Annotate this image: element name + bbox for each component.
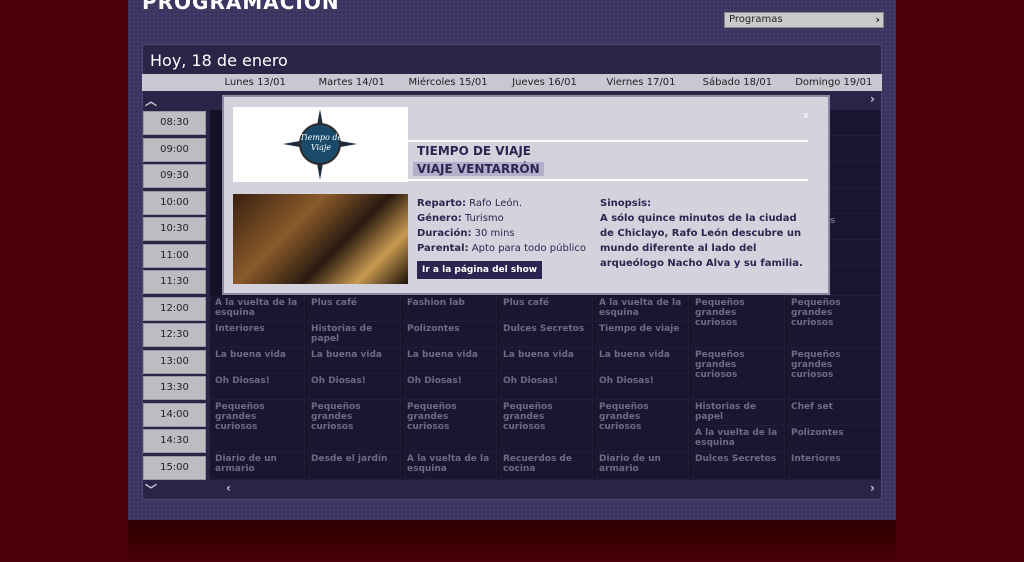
show-title: TIEMPO DE VIAJE bbox=[417, 144, 531, 158]
time-slot: 09:00 bbox=[143, 137, 206, 162]
next-days-icon[interactable]: › bbox=[870, 92, 875, 106]
time-slot: 12:30 bbox=[143, 323, 206, 347]
time-slot: 11:00 bbox=[143, 243, 206, 268]
program-cell[interactable]: La buena vida bbox=[210, 348, 305, 374]
parental-value: Apto para todo público bbox=[471, 243, 586, 254]
time-column: 08:30 09:00 09:30 10:00 10:30 11:00 11:3… bbox=[143, 111, 206, 482]
scroll-right-icon[interactable]: › bbox=[870, 481, 875, 495]
time-slot: 15:00 bbox=[143, 455, 206, 480]
time-slot: 10:00 bbox=[143, 190, 206, 215]
program-cell[interactable]: Oh Diosas! bbox=[306, 374, 401, 400]
day-tab[interactable]: Lunes 13/01 bbox=[207, 74, 303, 91]
programs-select[interactable]: Programas › bbox=[724, 12, 884, 28]
program-cell[interactable]: Diario de un armario bbox=[594, 452, 689, 480]
program-cell[interactable]: Historias de papel bbox=[690, 400, 785, 426]
date-title: Hoy, 18 de enero bbox=[150, 51, 288, 70]
program-cell[interactable]: A la vuelta de la esquina bbox=[690, 426, 785, 452]
reparto-label: Reparto: bbox=[417, 198, 466, 209]
show-logo: Tiempo de Viaje bbox=[233, 107, 408, 182]
program-cell[interactable]: Oh Diosas! bbox=[498, 374, 593, 400]
program-cell[interactable]: A la vuelta de la esquina bbox=[210, 296, 305, 322]
program-cell[interactable]: Oh Diosas! bbox=[594, 374, 689, 400]
divider bbox=[408, 140, 808, 142]
time-slot: 09:30 bbox=[143, 164, 206, 188]
duracion-label: Duración: bbox=[417, 228, 472, 239]
program-cell[interactable]: Dulces Secretos bbox=[690, 452, 785, 480]
program-cell[interactable]: Pequeños grandes curiosos bbox=[690, 348, 785, 400]
scroll-down-icon[interactable]: ﹀ bbox=[145, 481, 157, 498]
sinopsis-text: A sólo quince minutos de la ciudad de Ch… bbox=[600, 213, 803, 269]
program-cell[interactable]: Polizontes bbox=[402, 322, 497, 348]
program-cell[interactable]: Desde el jardín bbox=[306, 452, 401, 480]
show-page-button[interactable]: Ir a la página del show bbox=[417, 261, 543, 279]
program-cell[interactable]: Historias de papel bbox=[306, 322, 401, 348]
episode-title: VIAJE VENTARRÓN bbox=[413, 162, 544, 176]
close-icon[interactable]: x bbox=[800, 110, 812, 122]
program-cell[interactable]: Pequeños grandes curiosos bbox=[210, 400, 305, 452]
synopsis: Sinopsis: A sólo quince minutos de la ci… bbox=[600, 196, 810, 271]
episode-photo bbox=[233, 194, 408, 284]
program-cell[interactable]: La buena vida bbox=[498, 348, 593, 374]
bottom-shadow bbox=[128, 520, 896, 562]
program-cell[interactable]: La buena vida bbox=[402, 348, 497, 374]
program-cell[interactable]: Tiempo de viaje bbox=[594, 322, 689, 348]
genero-value: Turismo bbox=[464, 213, 504, 224]
program-cell[interactable]: Interiores bbox=[786, 452, 881, 480]
program-cell[interactable]: Diario de un armario bbox=[210, 452, 305, 480]
day-tab[interactable]: Sábado 18/01 bbox=[689, 74, 785, 91]
time-slot: 11:30 bbox=[143, 270, 206, 294]
parental-label: Parental: bbox=[417, 243, 469, 254]
duracion-value: 30 mins bbox=[474, 228, 515, 239]
time-slot: 14:30 bbox=[143, 429, 206, 453]
program-cell[interactable]: La buena vida bbox=[594, 348, 689, 374]
program-cell[interactable]: Pequeños grandes curiosos bbox=[690, 296, 785, 348]
show-details: Reparto: Rafo León. Género: Turismo Dura… bbox=[417, 196, 586, 256]
day-tab[interactable]: Miércoles 15/01 bbox=[400, 74, 496, 91]
time-slot: 08:30 bbox=[143, 111, 206, 135]
program-cell[interactable]: Pequeños grandes curiosos bbox=[306, 400, 401, 452]
program-cell[interactable]: A la vuelta de la esquina bbox=[594, 296, 689, 322]
day-tab[interactable]: Jueves 16/01 bbox=[496, 74, 592, 91]
logo-text: Tiempo de Viaje bbox=[299, 133, 343, 152]
days-spacer bbox=[142, 74, 207, 91]
scroll-left-icon[interactable]: ‹ bbox=[226, 481, 231, 495]
program-cell[interactable]: A la vuelta de la esquina bbox=[402, 452, 497, 480]
time-slot: 13:30 bbox=[143, 376, 206, 400]
program-cell[interactable]: Pequeños grandes curiosos bbox=[786, 348, 881, 400]
day-tab[interactable]: Domingo 19/01 bbox=[786, 74, 882, 91]
program-cell[interactable]: Pequeños grandes curiosos bbox=[498, 400, 593, 452]
program-cell[interactable]: Dulces Secretos bbox=[498, 322, 593, 348]
reparto-value: Rafo León. bbox=[469, 198, 523, 209]
chevron-right-icon: › bbox=[875, 13, 880, 26]
program-cell[interactable]: Pequeños grandes curiosos bbox=[786, 296, 881, 348]
time-slot: 13:00 bbox=[143, 349, 206, 374]
program-cell[interactable]: Plus café bbox=[498, 296, 593, 322]
program-cell[interactable]: Chef set bbox=[786, 400, 881, 426]
day-tab[interactable]: Martes 14/01 bbox=[303, 74, 399, 91]
page-heading: PROGRAMACION bbox=[142, 0, 340, 14]
divider bbox=[408, 179, 808, 181]
scroll-up-icon[interactable]: ︿ bbox=[145, 92, 157, 109]
sinopsis-label: Sinopsis: bbox=[600, 198, 652, 209]
program-cell[interactable]: Pequeños grandes curiosos bbox=[594, 400, 689, 452]
program-cell[interactable]: Oh Diosas! bbox=[210, 374, 305, 400]
days-bar: Lunes 13/01 Martes 14/01 Miércoles 15/01… bbox=[142, 74, 882, 91]
time-slot: 10:30 bbox=[143, 217, 206, 241]
time-slot: 12:00 bbox=[143, 296, 206, 321]
program-cell[interactable]: Plus café bbox=[306, 296, 401, 322]
program-cell[interactable]: Polizontes bbox=[786, 426, 881, 452]
program-cell[interactable]: Interiores bbox=[210, 322, 305, 348]
program-cell[interactable]: La buena vida bbox=[306, 348, 401, 374]
program-cell[interactable]: Pequeños grandes curiosos bbox=[402, 400, 497, 452]
program-cell[interactable]: Fashion lab bbox=[402, 296, 497, 322]
programs-select-label: Programas bbox=[729, 14, 783, 25]
time-slot: 14:00 bbox=[143, 402, 206, 427]
genero-label: Género: bbox=[417, 213, 462, 224]
program-cell[interactable]: Recuerdos de cocina bbox=[498, 452, 593, 480]
day-tab[interactable]: Viernes 17/01 bbox=[593, 74, 689, 91]
program-cell[interactable]: Oh Diosas! bbox=[402, 374, 497, 400]
